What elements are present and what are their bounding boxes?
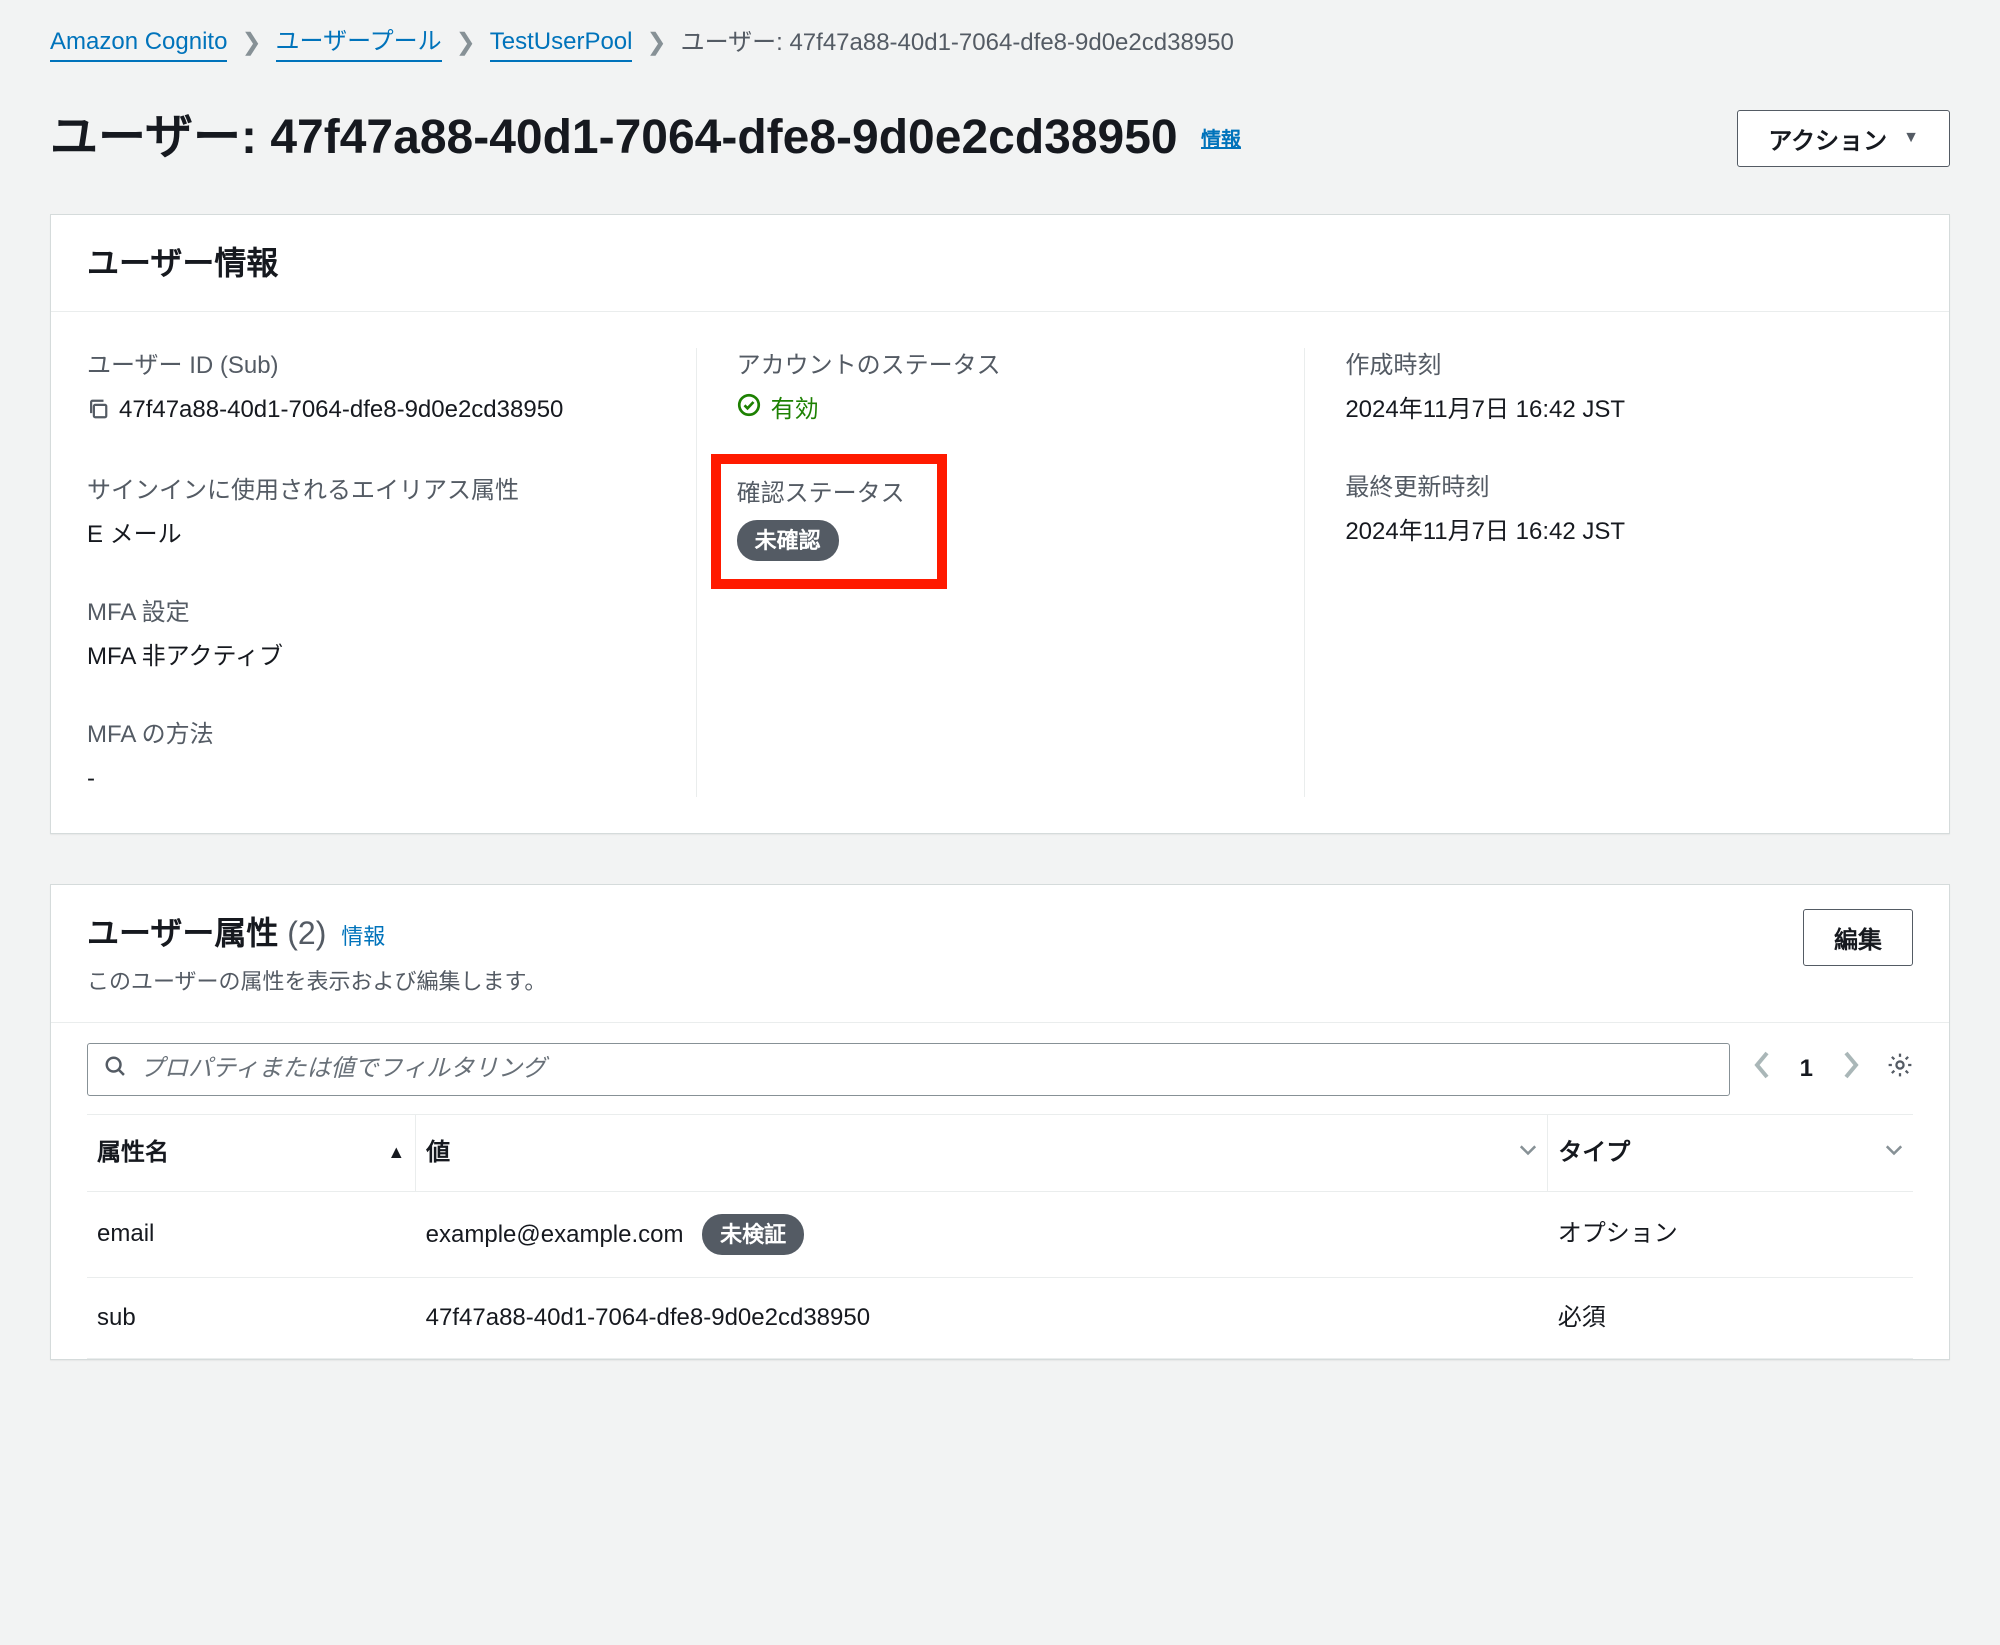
gear-icon[interactable]	[1887, 1052, 1913, 1088]
actions-button[interactable]: アクション ▼	[1737, 110, 1950, 167]
attributes-info-link[interactable]: 情報	[341, 924, 385, 949]
status-badge: 未確認	[737, 520, 839, 561]
cell-attr-value: example@example.com 未検証	[416, 1191, 1548, 1277]
chevron-right-icon: ❯	[646, 25, 666, 61]
account-status-value: 有効	[737, 392, 1285, 428]
page-title: ユーザー: 47f47a88-40d1-7064-dfe8-9d0e2cd389…	[50, 102, 1241, 174]
table-row: sub 47f47a88-40d1-7064-dfe8-9d0e2cd38950…	[87, 1277, 1913, 1358]
cell-attr-type: オプション	[1548, 1191, 1913, 1277]
breadcrumb: Amazon Cognito ❯ ユーザープール ❯ TestUserPool …	[0, 0, 2000, 62]
search-input[interactable]	[140, 1055, 1713, 1083]
cell-attr-name: sub	[87, 1277, 416, 1358]
breadcrumb-service[interactable]: Amazon Cognito	[50, 24, 227, 62]
prev-page-icon[interactable]	[1754, 1051, 1772, 1089]
th-type[interactable]: タイプ	[1558, 1135, 1903, 1171]
breadcrumb-current: ユーザー: 47f47a88-40d1-7064-dfe8-9d0e2cd389…	[681, 25, 1234, 61]
mfa-setting-label: MFA 設定	[87, 595, 676, 631]
user-info-col-3: 作成時刻 2024年11月7日 16:42 JST 最終更新時刻 2024年11…	[1304, 348, 1913, 797]
sort-indicator-icon	[1885, 1139, 1903, 1166]
confirm-status-value: 未確認	[737, 520, 905, 561]
chevron-right-icon: ❯	[456, 25, 476, 61]
user-info-col-2: アカウントのステータス 有効 確認ステータス	[696, 348, 1305, 797]
cell-attr-name: email	[87, 1191, 416, 1277]
account-status-label: アカウントのステータス	[737, 348, 1285, 384]
updated-value: 2024年11月7日 16:42 JST	[1345, 514, 1893, 550]
mfa-setting-value: MFA 非アクティブ	[87, 639, 676, 675]
copy-icon[interactable]	[87, 395, 109, 431]
th-value[interactable]: 値	[426, 1135, 1537, 1171]
cell-attr-type: 必須	[1548, 1277, 1913, 1358]
info-link[interactable]: 情報	[1201, 129, 1241, 151]
attributes-panel: ユーザー属性 (2) 情報 このユーザーの属性を表示および編集します。 編集	[50, 884, 1950, 1360]
breadcrumb-user-pools[interactable]: ユーザープール	[276, 24, 442, 62]
alias-value: E メール	[87, 517, 676, 553]
confirm-status-highlight: 確認ステータス 未確認	[711, 454, 947, 589]
sort-asc-icon: ▲	[387, 1139, 405, 1166]
user-info-panel: ユーザー情報 ユーザー ID (Sub) 47f47a88-40d1-7064-…	[50, 214, 1950, 834]
user-id-value: 47f47a88-40d1-7064-dfe8-9d0e2cd38950	[87, 392, 676, 431]
mfa-method-label: MFA の方法	[87, 717, 676, 753]
user-info-col-1: ユーザー ID (Sub) 47f47a88-40d1-7064-dfe8-9d…	[87, 348, 696, 797]
updated-label: 最終更新時刻	[1345, 470, 1893, 506]
alias-label: サインインに使用されるエイリアス属性	[87, 473, 676, 509]
status-badge: 未検証	[702, 1214, 804, 1255]
created-label: 作成時刻	[1345, 348, 1893, 384]
user-id-label: ユーザー ID (Sub)	[87, 348, 676, 384]
sort-indicator-icon	[1519, 1139, 1537, 1166]
check-circle-icon	[737, 392, 761, 428]
pager: 1	[1754, 1051, 1913, 1089]
chevron-right-icon: ❯	[241, 25, 261, 61]
cell-attr-value: 47f47a88-40d1-7064-dfe8-9d0e2cd38950	[416, 1277, 1548, 1358]
search-input-wrap[interactable]	[87, 1043, 1730, 1096]
page-header: ユーザー: 47f47a88-40d1-7064-dfe8-9d0e2cd389…	[0, 62, 2000, 214]
table-row: email example@example.com 未検証 オプション	[87, 1191, 1913, 1277]
attributes-table: 属性名 ▲ 値 タイプ	[87, 1114, 1913, 1359]
breadcrumb-pool-name[interactable]: TestUserPool	[490, 24, 633, 62]
attributes-title: ユーザー属性 (2) 情報	[87, 909, 546, 957]
user-info-title: ユーザー情報	[87, 239, 278, 287]
created-value: 2024年11月7日 16:42 JST	[1345, 392, 1893, 428]
next-page-icon[interactable]	[1841, 1051, 1859, 1089]
confirm-status-label: 確認ステータス	[737, 476, 905, 512]
caret-down-icon: ▼	[1903, 129, 1919, 147]
mfa-method-value: -	[87, 761, 676, 797]
th-attribute-name[interactable]: 属性名 ▲	[97, 1135, 405, 1171]
edit-button[interactable]: 編集	[1803, 909, 1913, 966]
page-number: 1	[1800, 1051, 1813, 1087]
search-icon	[104, 1052, 126, 1087]
attributes-subtitle: このユーザーの属性を表示および編集します。	[87, 965, 546, 998]
